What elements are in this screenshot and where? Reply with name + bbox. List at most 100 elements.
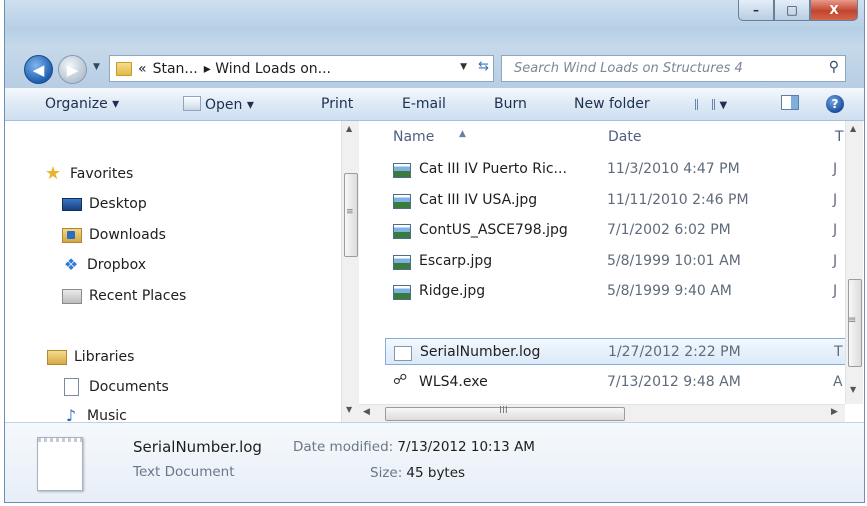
refresh-icon[interactable]: ⇆ xyxy=(478,59,489,74)
breadcrumb-overflow[interactable]: « xyxy=(138,61,147,77)
date-modified-label: Date modified: xyxy=(293,439,394,455)
file-row[interactable]: ☍ WLS4.exe 7/13/2012 9:48 AM A xyxy=(385,369,845,396)
column-headers: ▲ Name Date T xyxy=(359,121,845,147)
back-button[interactable]: ◀ xyxy=(24,55,53,84)
nav-libraries[interactable]: Libraries xyxy=(47,344,134,370)
nav-recent-places[interactable]: Recent Places xyxy=(62,283,186,309)
file-name: Cat III IV Puerto Ric... xyxy=(419,161,567,177)
nav-downloads[interactable]: Downloads xyxy=(62,222,166,248)
file-name: ContUS_ASCE798.jpg xyxy=(419,222,568,238)
file-list-vscrollbar[interactable]: ▲ ≡ ▼ xyxy=(845,121,863,404)
new-folder-button[interactable]: New folder xyxy=(574,96,650,112)
help-icon: ? xyxy=(826,95,844,113)
scroll-right-icon[interactable]: ▶ xyxy=(831,407,838,417)
title-bar: – □ X xyxy=(5,0,864,48)
maximize-button[interactable]: □ xyxy=(774,0,810,21)
organize-button[interactable]: Organize ▾ xyxy=(45,96,119,112)
column-date[interactable]: Date xyxy=(608,129,641,145)
views-button[interactable]: ▼ xyxy=(695,96,727,112)
preview-pane-button[interactable] xyxy=(781,95,799,112)
file-date: 11/11/2010 2:46 PM xyxy=(607,192,749,208)
executable-icon: ☍ xyxy=(393,372,408,388)
file-name: Ridge.jpg xyxy=(419,283,486,299)
nav-label: Favorites xyxy=(70,166,134,182)
image-file-icon xyxy=(393,285,411,300)
breadcrumb-standards[interactable]: Stan... xyxy=(153,61,198,77)
sort-ascending-icon: ▲ xyxy=(459,129,466,139)
open-button[interactable]: Open ▾ xyxy=(183,96,254,113)
search-input[interactable]: Search Wind Loads on Structures 4 xyxy=(514,61,743,76)
scroll-up-icon[interactable]: ▲ xyxy=(346,124,352,133)
details-size: Size: 45 bytes xyxy=(370,465,465,481)
views-icon xyxy=(695,99,715,110)
file-type: J xyxy=(833,161,838,177)
forward-button[interactable]: ▶ xyxy=(58,55,87,84)
file-date: 5/8/1999 10:01 AM xyxy=(607,253,741,269)
file-list-hscrollbar[interactable]: ◀ III ▶ xyxy=(359,404,845,422)
size-label: Size: xyxy=(370,465,403,481)
column-name[interactable]: Name xyxy=(393,129,434,145)
details-date-modified: Date modified: 7/13/2012 10:13 AM xyxy=(293,439,535,455)
scroll-grip-icon: III xyxy=(499,405,508,416)
file-date: 7/1/2002 6:02 PM xyxy=(607,222,731,238)
print-button[interactable]: Print xyxy=(321,96,353,112)
nav-pane-scrollbar[interactable]: ▲ ≡ ▼ xyxy=(341,121,359,422)
file-name: WLS4.exe xyxy=(419,374,488,390)
file-date: 7/13/2012 9:48 AM xyxy=(607,374,741,390)
image-file-icon xyxy=(393,255,411,270)
scroll-up-icon[interactable]: ▲ xyxy=(850,124,856,133)
text-file-icon xyxy=(394,346,412,361)
file-list: ▲ Name Date T Cat III IV Puerto Ric... 1… xyxy=(359,121,847,422)
address-bar[interactable]: « Stan... ▸ Wind Loads on... ▼ ⇆ xyxy=(109,55,494,82)
file-name: Cat III IV USA.jpg xyxy=(419,192,538,208)
downloads-icon xyxy=(62,227,82,243)
breadcrumb-wind-loads[interactable]: ▸ Wind Loads on... xyxy=(204,61,331,77)
nav-favorites[interactable]: ★ Favorites xyxy=(43,161,133,187)
file-date: 11/3/2010 4:47 PM xyxy=(607,161,740,177)
back-arrow-icon: ◀ xyxy=(32,60,45,79)
folder-icon xyxy=(116,61,132,76)
file-row[interactable]: Cat III IV Puerto Ric... 11/3/2010 4:47 … xyxy=(385,156,845,183)
file-row[interactable]: Ridge.jpg 5/8/1999 9:40 AM J xyxy=(385,278,845,305)
scroll-down-icon[interactable]: ▼ xyxy=(850,385,856,394)
file-date: 5/8/1999 9:40 AM xyxy=(607,283,732,299)
file-name: SerialNumber.log xyxy=(420,344,541,360)
search-icon[interactable]: ⚲ xyxy=(829,59,839,75)
nav-dropbox[interactable]: ❖ Dropbox xyxy=(62,252,146,278)
command-bar: Organize ▾ Open ▾ Print E-mail Burn New … xyxy=(5,88,864,121)
nav-documents[interactable]: Documents xyxy=(62,374,169,400)
email-button[interactable]: E-mail xyxy=(402,96,446,112)
file-date: 1/27/2012 2:22 PM xyxy=(608,344,741,360)
nav-label: Dropbox xyxy=(87,257,146,273)
file-type: J xyxy=(833,253,838,269)
file-row-selected[interactable]: SerialNumber.log 1/27/2012 2:22 PM T xyxy=(385,338,847,365)
nav-desktop[interactable]: Desktop xyxy=(62,191,147,217)
help-button[interactable]: ? xyxy=(826,94,844,113)
image-file-icon xyxy=(393,163,411,178)
address-dropdown-icon[interactable]: ▼ xyxy=(460,62,467,72)
desktop-icon xyxy=(62,197,82,211)
open-icon xyxy=(183,96,201,111)
documents-icon xyxy=(64,378,79,396)
recent-pages-dropdown-icon[interactable]: ▼ xyxy=(93,62,100,72)
navigation-pane: ★ Favorites Desktop Downloads ❖ Dropbox Re… xyxy=(5,121,359,424)
image-file-icon xyxy=(393,194,411,209)
libraries-icon xyxy=(47,349,67,365)
close-button[interactable]: X xyxy=(810,0,858,21)
scroll-down-icon[interactable]: ▼ xyxy=(346,405,352,414)
file-row[interactable]: Escarp.jpg 5/8/1999 10:01 AM J xyxy=(385,248,845,275)
nav-label: Recent Places xyxy=(89,288,187,304)
nav-label: Libraries xyxy=(74,349,135,365)
file-row[interactable]: Cat III IV USA.jpg 11/11/2010 2:46 PM J xyxy=(385,187,845,214)
image-file-icon xyxy=(393,224,411,239)
dropbox-icon: ❖ xyxy=(63,255,79,274)
minimize-button[interactable]: – xyxy=(738,0,774,21)
search-box[interactable]: Search Wind Loads on Structures 4 ⚲ xyxy=(501,55,846,82)
burn-button[interactable]: Burn xyxy=(494,96,527,112)
details-file-type: Text Document xyxy=(133,464,235,480)
column-type[interactable]: T xyxy=(835,129,844,145)
file-row[interactable]: ContUS_ASCE798.jpg 7/1/2002 6:02 PM J xyxy=(385,217,845,244)
scroll-left-icon[interactable]: ◀ xyxy=(363,407,370,417)
nav-label: Desktop xyxy=(89,196,147,212)
forward-arrow-icon: ▶ xyxy=(66,60,79,79)
